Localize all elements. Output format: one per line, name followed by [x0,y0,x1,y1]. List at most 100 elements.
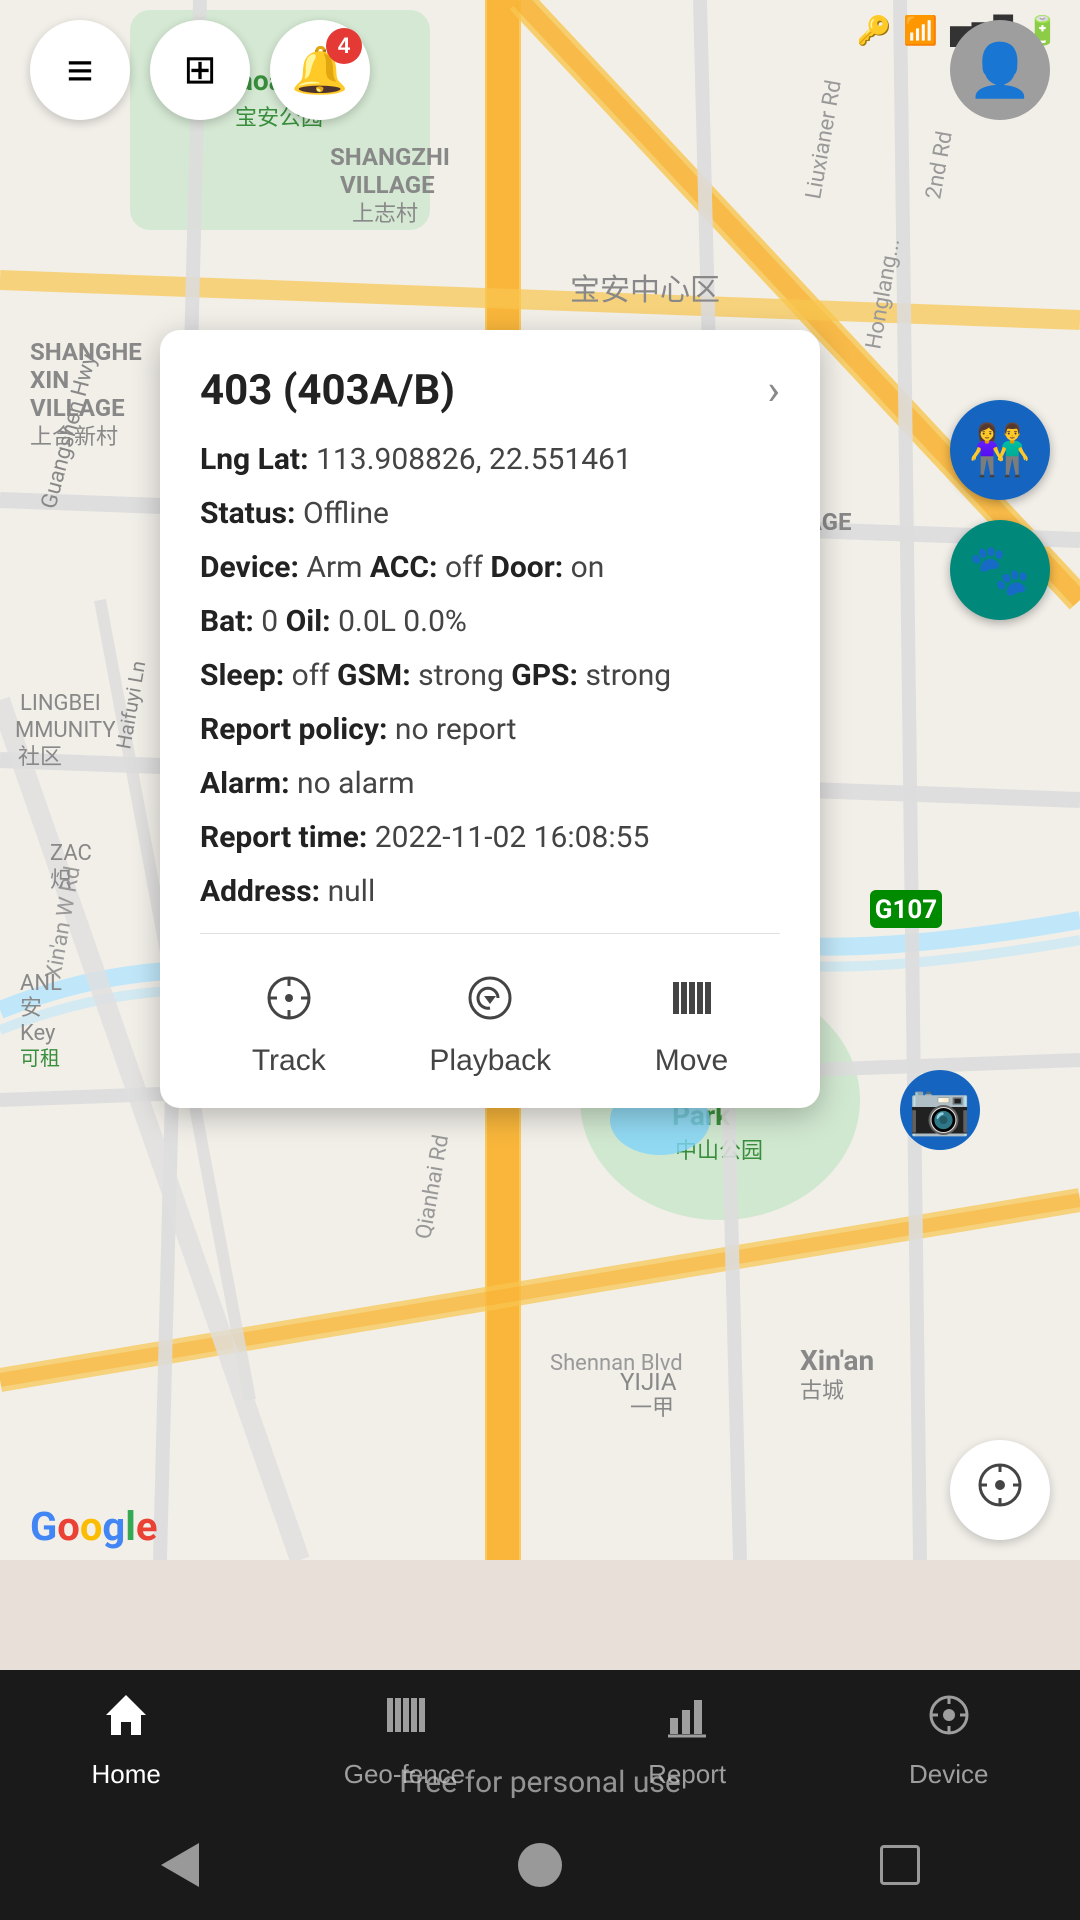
svg-text:上志村: 上志村 [352,202,418,227]
nav-device-button[interactable]: Device [889,1680,1008,1800]
svg-text:SHANGZHI: SHANGZHI [330,143,450,171]
bat-oil-row: Bat: 0 Oil: 0.0L 0.0% [200,601,780,643]
status-row: Status: Offline [200,493,780,535]
svg-text:Xin'an: Xin'an [800,1344,874,1377]
gps-label: GPS: [511,658,578,693]
alarm-label: Alarm: [200,766,290,801]
paw-icon: 🐾 [969,541,1031,600]
bottom-navigation: Home Geo-fence Report [0,1670,1080,1810]
move-label: Move [655,1044,728,1078]
avatar-icon: 👤 [968,40,1033,101]
bat-label: Bat: [200,604,254,639]
gsm-label: GSM: [337,658,411,693]
svg-text:ANL: ANL [20,971,62,996]
recents-button[interactable] [870,1835,930,1895]
notification-button[interactable]: 🔔 4 [270,20,370,120]
right-side-controls: 👫 🐾 [950,400,1050,620]
playback-icon [466,974,514,1034]
svg-text:安: 安 [20,996,42,1021]
svg-text:YIJIA: YIJIA [620,1368,677,1396]
svg-text:SHANGHE: SHANGHE [30,338,142,366]
avatar-button[interactable]: 👤 [950,20,1050,120]
oil-value: 0.0L 0.0% [338,604,467,639]
report-time-label: Report time: [200,820,367,855]
home-system-button[interactable] [510,1835,570,1895]
address-label: Address: [200,874,320,909]
home-icon [101,1690,151,1751]
device-row: Device: Arm ACC: off Door: on [200,547,780,589]
device-title: 403 (403A/B) [200,366,455,415]
menu-button[interactable]: ≡ [30,20,130,120]
alarm-value: no alarm [297,766,415,801]
camera-marker: 📷 [900,1070,980,1150]
svg-text:VILLAGE: VILLAGE [30,394,125,422]
sleep-value: off [292,658,330,693]
address-value: null [328,874,376,909]
card-arrow-icon[interactable]: › [767,366,780,415]
location-button[interactable] [950,1440,1050,1540]
svg-text:ZAC: ZAC [50,841,92,866]
group-tracking-button[interactable]: 👫 [950,400,1050,500]
svg-text:炽: 炽 [50,868,72,893]
svg-text:VILLAGE: VILLAGE [340,171,435,199]
bat-value: 0 [261,604,278,639]
scan-button[interactable]: ⊞ [150,20,250,120]
status-label: Status: [200,496,296,531]
address-row: Address: null [200,871,780,913]
svg-text:上合新村: 上合新村 [30,425,118,450]
alarm-row: Alarm: no alarm [200,763,780,805]
oil-label: Oil: [286,604,331,639]
lng-lat-label: Lng Lat: [200,442,309,477]
svg-text:LINGBEI: LINGBEI [20,691,101,716]
report-icon [662,1690,712,1751]
home-label: Home [91,1759,160,1790]
device-label: Device: [200,550,299,585]
sleep-label: Sleep: [200,658,284,693]
acc-value: off [445,550,483,585]
nav-geofence-button[interactable]: Geo-fence [324,1680,485,1800]
track-button[interactable]: Track [232,964,346,1088]
report-policy-label: Report policy: [200,712,387,747]
geofence-icon [379,1690,429,1751]
svg-text:古城: 古城 [800,1379,844,1404]
acc-label: ACC: [370,550,438,585]
playback-button[interactable]: Playback [409,964,571,1088]
menu-icon: ≡ [67,47,94,93]
door-value: on [571,550,605,585]
report-policy-value: no report [395,712,517,747]
door-label: Door: [490,550,563,585]
svg-text:Key: Key [20,1021,56,1046]
geofence-label: Geo-fence [344,1759,465,1790]
card-header: 403 (403A/B) › [200,366,780,415]
card-divider [200,933,780,934]
report-policy-row: Report policy: no report [200,709,780,751]
back-button[interactable] [150,1835,210,1895]
report-label: Report [648,1759,726,1790]
report-time-row: Report time: 2022-11-02 16:08:55 [200,817,780,859]
info-card: 403 (403A/B) › Lng Lat: 113.908826, 22.5… [160,330,820,1108]
group-icon: 👫 [969,421,1031,480]
device-label: Device [909,1759,988,1790]
move-button[interactable]: Move [635,964,748,1088]
svg-text:可租: 可租 [20,1046,60,1070]
system-navigation [0,1810,1080,1920]
target-icon [975,1460,1025,1520]
report-time-value: 2022-11-02 16:08:55 [375,820,650,855]
nav-report-button[interactable]: Report [628,1680,746,1800]
gsm-value: strong [418,658,504,693]
lng-lat-value: 113.908826, 22.551461 [316,442,632,477]
sleep-gsm-gps-row: Sleep: off GSM: strong GPS: strong [200,655,780,697]
svg-text:XIN: XIN [30,366,69,394]
svg-text:社区: 社区 [18,745,62,770]
lng-lat-row: Lng Lat: 113.908826, 22.551461 [200,439,780,481]
svg-text:宝安中心区: 宝安中心区 [570,273,720,308]
track-label: Track [252,1044,326,1078]
nav-home-button[interactable]: Home [71,1680,180,1800]
device-value: Arm [306,550,362,585]
status-value: Offline [303,496,389,531]
pet-tracking-button[interactable]: 🐾 [950,520,1050,620]
track-icon [265,974,313,1034]
top-controls: ≡ ⊞ 🔔 4 👤 [0,20,1080,120]
svg-text:G107: G107 [875,895,937,925]
move-icon [667,974,715,1034]
